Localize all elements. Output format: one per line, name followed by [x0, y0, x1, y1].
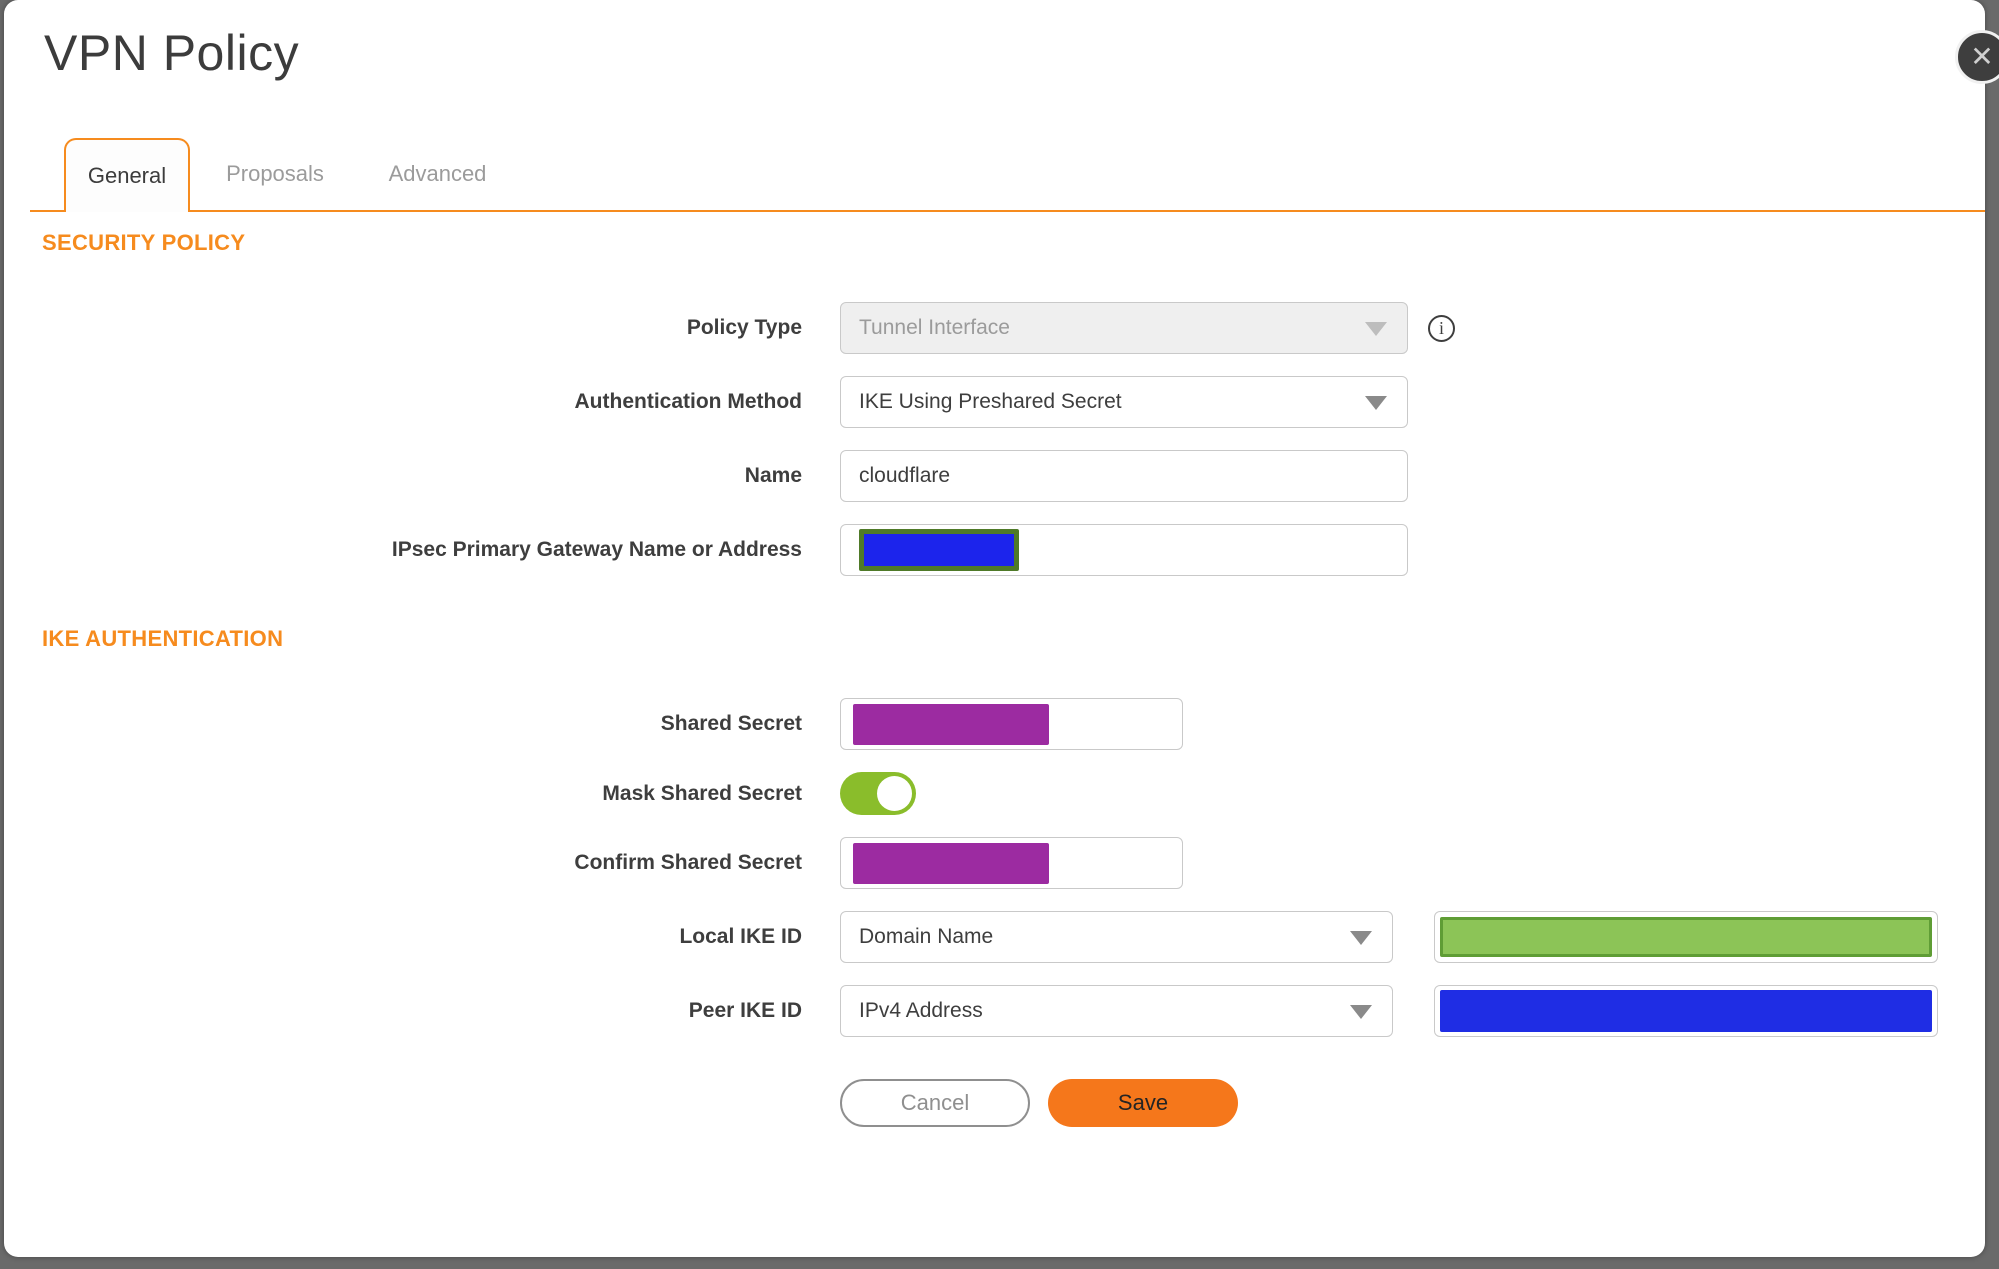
chevron-down-icon: [1350, 931, 1372, 945]
tab-proposals[interactable]: Proposals: [190, 138, 360, 210]
section-security-policy: SECURITY POLICY: [42, 230, 246, 255]
redacted-gateway-value: [859, 529, 1019, 571]
auth-method-label: Authentication Method: [574, 390, 802, 413]
redacted-local-ike-id-value: [1440, 917, 1932, 957]
redacted-shared-secret-value: [853, 703, 1049, 745]
name-input[interactable]: cloudflare: [840, 450, 1408, 502]
screen: ✕ VPN Policy General Proposals Advanced …: [0, 0, 1999, 1269]
page-title: VPN Policy: [44, 25, 300, 81]
chevron-down-icon: [1365, 322, 1387, 336]
shared-secret-row: Shared Secret: [42, 698, 1985, 750]
peer-ike-id-select[interactable]: IPv4 Address: [840, 985, 1393, 1037]
local-ike-id-select[interactable]: Domain Name: [840, 911, 1393, 963]
mask-shared-secret-toggle[interactable]: [840, 772, 916, 815]
peer-ike-id-label: Peer IKE ID: [688, 999, 802, 1022]
chevron-down-icon: [1365, 396, 1387, 410]
shared-secret-label: Shared Secret: [660, 712, 802, 735]
redacted-peer-ike-id-value: [1440, 990, 1932, 1032]
confirm-shared-secret-input[interactable]: [840, 837, 1183, 889]
mask-shared-secret-label: Mask Shared Secret: [602, 781, 802, 805]
cancel-button[interactable]: Cancel: [840, 1079, 1030, 1127]
tab-content-general: SECURITY POLICY Policy Type Tunnel Inter…: [4, 230, 1985, 1127]
auth-method-select[interactable]: IKE Using Preshared Secret: [840, 376, 1408, 428]
shared-secret-input[interactable]: [840, 698, 1183, 750]
local-ike-id-input[interactable]: [1434, 911, 1938, 963]
peer-ike-id-type-value: IPv4 Address: [859, 999, 983, 1022]
action-buttons: Cancel Save: [840, 1079, 1985, 1127]
peer-ike-id-row: Peer IKE ID IPv4 Address: [42, 985, 1985, 1037]
local-ike-id-type-value: Domain Name: [859, 925, 994, 948]
auth-method-row: Authentication Method IKE Using Preshare…: [42, 376, 1985, 428]
peer-ike-id-input[interactable]: [1434, 985, 1938, 1037]
policy-type-select: Tunnel Interface: [840, 302, 1408, 354]
name-value: cloudflare: [859, 464, 951, 487]
gateway-input[interactable]: [840, 524, 1408, 576]
policy-type-value: Tunnel Interface: [859, 316, 1010, 339]
confirm-shared-secret-label: Confirm Shared Secret: [574, 851, 802, 874]
chevron-down-icon: [1350, 1005, 1372, 1019]
policy-type-row: Policy Type Tunnel Interface i: [42, 302, 1985, 354]
local-ike-id-label: Local IKE ID: [679, 925, 802, 948]
toggle-knob: [877, 776, 912, 811]
name-label: Name: [744, 464, 802, 487]
save-button[interactable]: Save: [1048, 1079, 1238, 1127]
tab-bar: General Proposals Advanced: [30, 138, 1985, 212]
name-row: Name cloudflare: [42, 450, 1985, 502]
section-ike-authentication: IKE AUTHENTICATION: [42, 626, 284, 651]
policy-type-label: Policy Type: [686, 316, 802, 339]
local-ike-id-row: Local IKE ID Domain Name: [42, 911, 1985, 963]
confirm-shared-secret-row: Confirm Shared Secret: [42, 837, 1985, 889]
auth-method-value: IKE Using Preshared Secret: [859, 390, 1122, 413]
info-icon[interactable]: i: [1428, 314, 1455, 342]
redacted-confirm-shared-secret-value: [853, 842, 1049, 884]
tab-advanced[interactable]: Advanced: [360, 138, 515, 210]
gateway-row: IPsec Primary Gateway Name or Address: [42, 524, 1985, 576]
vpn-policy-dialog: ✕ VPN Policy General Proposals Advanced …: [4, 0, 1999, 1257]
gateway-label: IPsec Primary Gateway Name or Address: [391, 538, 802, 561]
close-icon: ✕: [1970, 41, 1994, 72]
mask-shared-secret-row: Mask Shared Secret: [42, 772, 1985, 815]
info-icon-glyph: i: [1438, 317, 1444, 338]
tab-general[interactable]: General: [64, 138, 190, 212]
